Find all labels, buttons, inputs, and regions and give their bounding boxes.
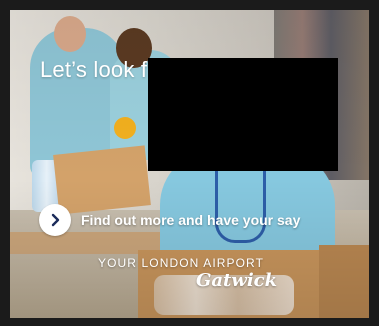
ad-frame: Let’s look f Find out more and have your… xyxy=(0,0,379,326)
chevron-right-icon xyxy=(51,213,60,227)
redaction-block xyxy=(148,58,338,171)
cta-label[interactable]: Find out more and have your say xyxy=(81,212,300,228)
find-out-more-cta[interactable]: Find out more and have your say xyxy=(39,203,300,237)
cta-circle-button[interactable] xyxy=(39,204,71,236)
ad-banner[interactable]: Let’s look f Find out more and have your… xyxy=(10,10,369,318)
tagline: YOUR LONDON AIRPORT xyxy=(98,256,265,270)
gatwick-logo: Gatwick xyxy=(196,270,278,291)
